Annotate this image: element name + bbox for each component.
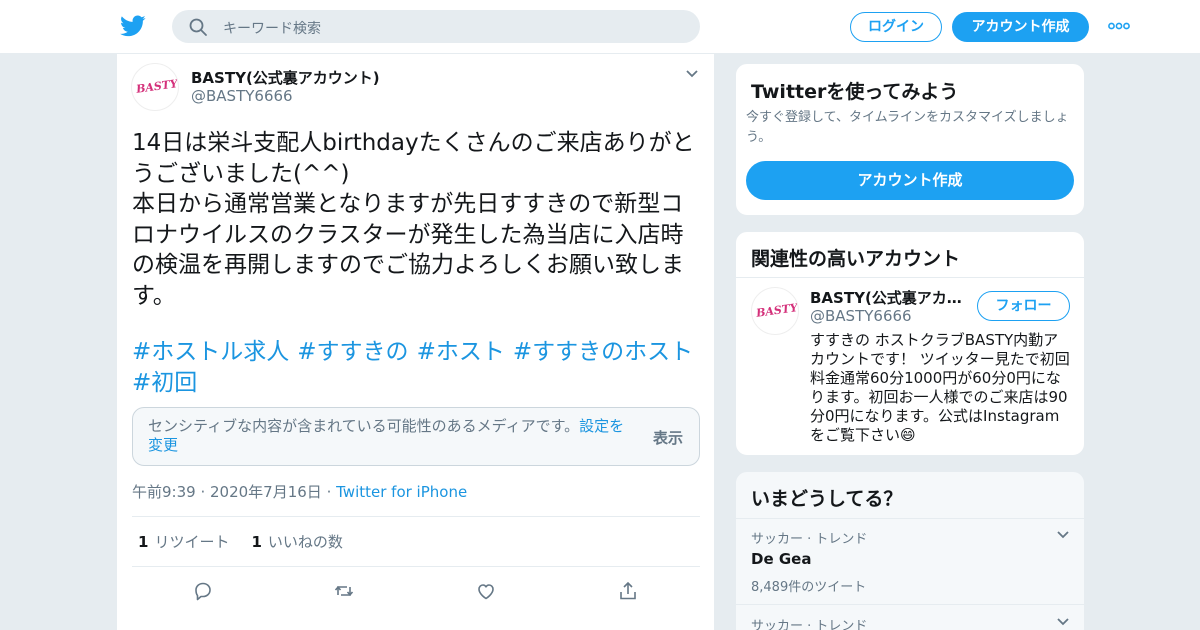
search-icon: [189, 18, 207, 36]
show-media-button[interactable]: 表示: [653, 427, 683, 448]
related-accounts-card: 関連性の高いアカウント BASTY BASTY(公式裏アカウント) @BASTY…: [735, 231, 1085, 456]
related-account-bio: すすきの ホストクラブBASTY内勤アカウントです！ ツイッター見たで初回料金通…: [810, 331, 1070, 444]
like-count[interactable]: 1: [251, 533, 261, 551]
sensitive-message: センシティブな内容が含まれている可能性のあるメディアです。設定を変更: [148, 417, 638, 455]
trend-item[interactable]: サッカー · トレンド: [751, 615, 1071, 630]
tweet-display-name[interactable]: BASTY(公式裏アカウント): [191, 67, 380, 88]
avatar[interactable]: BASTY: [131, 63, 179, 111]
avatar-logo-text: BASTY: [135, 77, 179, 96]
trends-title: いまどうしてる？: [751, 488, 903, 510]
trend-category: サッカー · トレンド: [751, 532, 868, 547]
trends-card: いまどうしてる？ サッカー · トレンド De Gea 8,489件のツイート …: [735, 471, 1085, 630]
related-accounts-title: 関連性の高いアカウント: [751, 248, 961, 270]
retweet-count[interactable]: 1: [138, 533, 148, 551]
trend-item[interactable]: サッカー · トレンド De Gea 8,489件のツイート: [751, 528, 1071, 595]
tweet-metadata: 午前9:39 · 2020年7月16日 · Twitter for iPhone: [132, 483, 468, 501]
retweet-icon[interactable]: [333, 580, 355, 602]
signup-card: Twitterを使ってみよう 今すぐ登録して、タイムラインをカスタマイズしましょ…: [735, 63, 1085, 216]
hashtag-link[interactable]: #ホストル求人: [132, 339, 289, 365]
hashtag-link[interactable]: #初回: [132, 370, 197, 396]
trend-tweet-count: 8,489件のツイート: [751, 580, 867, 595]
signup-card-description: 今すぐ登録して、タイムラインをカスタマイズしましょう。: [746, 110, 1069, 145]
tweet-handle[interactable]: @BASTY6666: [191, 87, 293, 105]
retweet-label[interactable]: リツイート: [154, 533, 229, 551]
like-heart-icon[interactable]: [475, 580, 497, 602]
top-navigation-bar: キーワード検索 ログイン アカウント作成: [0, 0, 1200, 54]
reply-icon[interactable]: [192, 580, 214, 602]
divider: [132, 566, 700, 567]
related-account-name[interactable]: BASTY(公式裏アカウント): [810, 287, 975, 308]
trend-category: サッカー · トレンド: [751, 619, 868, 630]
create-account-button[interactable]: アカウント作成: [746, 161, 1074, 200]
tweet-source-link[interactable]: Twitter for iPhone: [336, 483, 467, 501]
sensitive-media-notice: センシティブな内容が含まれている可能性のあるメディアです。設定を変更 表示: [132, 407, 700, 466]
trend-name[interactable]: De Gea: [751, 550, 1071, 568]
divider: [736, 518, 1084, 519]
tweet-stats: 1 リツイート 1 いいねの数: [138, 531, 343, 552]
twitter-bird-icon[interactable]: [120, 13, 146, 39]
divider: [736, 604, 1084, 605]
tweet-date[interactable]: 2020年7月16日: [210, 483, 322, 501]
hashtag-link[interactable]: #すすきのホスト: [513, 339, 693, 365]
tweet-time[interactable]: 午前9:39: [132, 483, 196, 501]
chevron-down-icon[interactable]: [685, 69, 699, 79]
chevron-down-icon[interactable]: [1056, 530, 1070, 540]
follow-button[interactable]: フォロー: [977, 291, 1070, 321]
chevron-down-icon[interactable]: [1056, 617, 1070, 627]
search-input[interactable]: キーワード検索: [223, 18, 321, 38]
divider: [736, 277, 1084, 278]
tweet-hashtags: #ホストル求人 #すすきの #ホスト #すすきのホスト #初回: [132, 337, 704, 398]
search-bar[interactable]: キーワード検索: [172, 10, 700, 43]
share-icon[interactable]: [617, 580, 639, 602]
avatar-logo-text: BASTY: [755, 301, 799, 320]
signup-button[interactable]: アカウント作成: [952, 12, 1089, 42]
more-options-icon[interactable]: [1108, 22, 1130, 30]
sensitive-text: センシティブな内容が含まれている可能性のあるメディアです。: [148, 417, 580, 435]
divider: [132, 516, 700, 517]
hashtag-link[interactable]: #ホスト: [417, 339, 505, 365]
login-button[interactable]: ログイン: [850, 12, 942, 42]
like-label[interactable]: いいねの数: [268, 533, 343, 551]
related-account-handle[interactable]: @BASTY6666: [810, 307, 912, 325]
tweet-text: 14日は栄斗支配人birthdayたくさんのご来店ありがとうございました(^^)…: [132, 130, 695, 309]
tweet-card: BASTY BASTY(公式裏アカウント) @BASTY6666 14日は栄斗支…: [116, 54, 715, 630]
hashtag-link[interactable]: #すすきの: [297, 339, 408, 365]
signup-card-title: Twitterを使ってみよう: [751, 81, 959, 103]
related-account-avatar[interactable]: BASTY: [751, 287, 799, 335]
